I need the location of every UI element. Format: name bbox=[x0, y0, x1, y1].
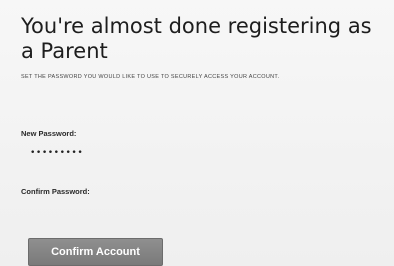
page-title: You're almost done registering as a Pare… bbox=[21, 14, 372, 63]
new-password-field[interactable] bbox=[30, 146, 200, 160]
confirm-password-field[interactable] bbox=[21, 199, 191, 213]
new-password-label: New Password: bbox=[21, 129, 77, 138]
confirm-account-button[interactable]: Confirm Account bbox=[28, 238, 163, 266]
registration-page: You're almost done registering as a Pare… bbox=[0, 0, 394, 266]
confirm-password-label: Confirm Password: bbox=[21, 187, 90, 196]
password-instructions: SET THE PASSWORD YOU WOULD LIKE TO USE T… bbox=[21, 74, 280, 80]
